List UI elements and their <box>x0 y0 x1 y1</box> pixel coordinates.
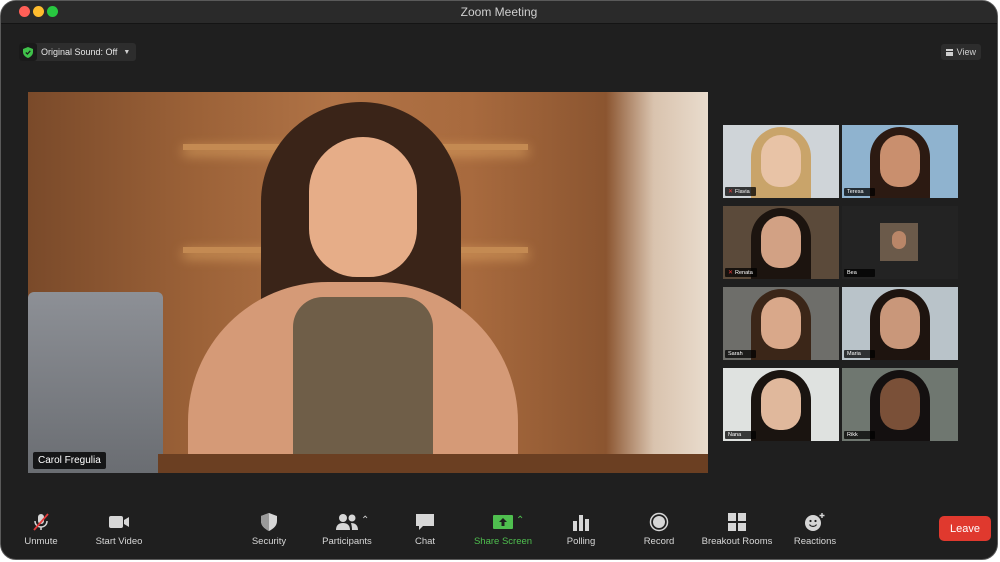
breakout-rooms-button[interactable]: Breakout Rooms <box>692 511 782 547</box>
participant-tile[interactable]: ✕ Renata <box>723 206 839 279</box>
reactions-label: Reactions <box>793 536 837 547</box>
participant-name: Flavia <box>735 188 750 195</box>
participant-tile[interactable]: Maria <box>842 287 958 360</box>
participant-avatar <box>880 223 918 261</box>
share-screen-icon <box>492 511 514 533</box>
active-speaker-video <box>28 92 708 473</box>
desk-decor <box>158 454 708 473</box>
zoom-window: Zoom Meeting Original Sound: Off ▼ View … <box>0 0 998 560</box>
participant-face <box>880 378 920 430</box>
speaker-face <box>309 137 417 277</box>
share-screen-button[interactable]: Share Screen <box>458 511 548 547</box>
participant-name: Rikk <box>847 432 858 438</box>
participants-chevron-up-icon[interactable]: ⌃ <box>361 515 369 526</box>
participant-face <box>761 297 801 349</box>
participants-button[interactable]: Participants <box>302 511 392 547</box>
breakout-rooms-grid-icon <box>728 511 746 533</box>
video-camera-icon <box>108 511 130 533</box>
participant-name: Renata <box>735 269 753 276</box>
participant-name: Nana <box>728 432 742 438</box>
share-screen-label: Share Screen <box>473 536 533 547</box>
shield-check-icon <box>19 43 37 61</box>
polling-button[interactable]: Polling <box>536 511 626 547</box>
participant-name-tag: Bea <box>844 269 875 277</box>
speaker-dress <box>293 297 433 473</box>
view-button[interactable]: View <box>940 44 981 60</box>
participant-name-tag: ✕ Renata <box>725 268 757 277</box>
meeting-toolbar: Unmute Start Video Security Participants… <box>1 501 997 559</box>
breakout-rooms-label: Breakout Rooms <box>701 536 773 547</box>
start-video-button[interactable]: Start Video <box>74 511 164 547</box>
window-title: Zoom Meeting <box>460 5 538 19</box>
view-label: View <box>956 47 976 57</box>
polling-label: Polling <box>566 536 596 547</box>
participant-face <box>761 216 801 268</box>
smiley-add-icon <box>804 511 826 533</box>
microphone-muted-icon: ✕ <box>728 270 734 276</box>
chat-label: Chat <box>414 536 436 547</box>
shield-icon <box>260 511 278 533</box>
grid-view-icon <box>945 48 953 56</box>
chat-bubble-icon <box>415 511 435 533</box>
participant-tile[interactable]: Bea <box>842 206 958 279</box>
security-label: Security <box>251 536 287 547</box>
participant-face <box>880 135 920 187</box>
participant-name-tag: Rikk <box>844 431 875 439</box>
original-sound-toggle[interactable]: Original Sound: Off ▼ <box>19 43 137 61</box>
unmute-label: Unmute <box>24 536 58 547</box>
participant-name-tag: Sarah <box>725 350 756 358</box>
record-icon <box>649 511 669 533</box>
original-sound-label: Original Sound: Off <box>41 47 118 57</box>
microphone-muted-icon <box>31 511 51 533</box>
participant-face <box>892 231 906 249</box>
participant-face <box>761 135 801 187</box>
participant-name: Bea <box>847 270 857 276</box>
participant-name-tag: ✕ Flavia <box>725 187 756 196</box>
participant-name-tag: Nana <box>725 431 756 439</box>
bar-chart-icon <box>572 511 590 533</box>
participant-name: Teresa <box>847 189 864 195</box>
title-bar: Zoom Meeting <box>1 1 997 24</box>
record-label: Record <box>643 536 675 547</box>
participants-label: Participants <box>322 536 372 547</box>
participant-tile[interactable]: Rikk <box>842 368 958 441</box>
participant-name: Sarah <box>728 351 743 357</box>
participant-tile[interactable]: Nana <box>723 368 839 441</box>
security-button[interactable]: Security <box>224 511 314 547</box>
participant-name-tag: Teresa <box>844 188 875 196</box>
share-screen-chevron-up-icon[interactable]: ⌃ <box>516 515 524 526</box>
participant-tile[interactable]: Teresa <box>842 125 958 198</box>
participants-icon <box>335 511 359 533</box>
reactions-button[interactable]: Reactions <box>770 511 860 547</box>
leave-button[interactable]: Leave <box>939 516 991 541</box>
participant-tile[interactable]: ✕ Flavia <box>723 125 839 198</box>
participant-face <box>761 378 801 430</box>
record-button[interactable]: Record <box>614 511 704 547</box>
microphone-muted-icon: ✕ <box>728 189 734 195</box>
speaker-name-tag: Carol Fregulia <box>33 452 106 469</box>
participant-name-tag: Maria <box>844 350 875 358</box>
start-video-label: Start Video <box>95 536 143 547</box>
chat-button[interactable]: Chat <box>380 511 470 547</box>
participant-tile[interactable]: Sarah <box>723 287 839 360</box>
participant-face <box>880 297 920 349</box>
participant-name: Maria <box>847 351 861 357</box>
laptop-decor <box>28 292 163 473</box>
chevron-down-icon: ▼ <box>123 48 131 56</box>
